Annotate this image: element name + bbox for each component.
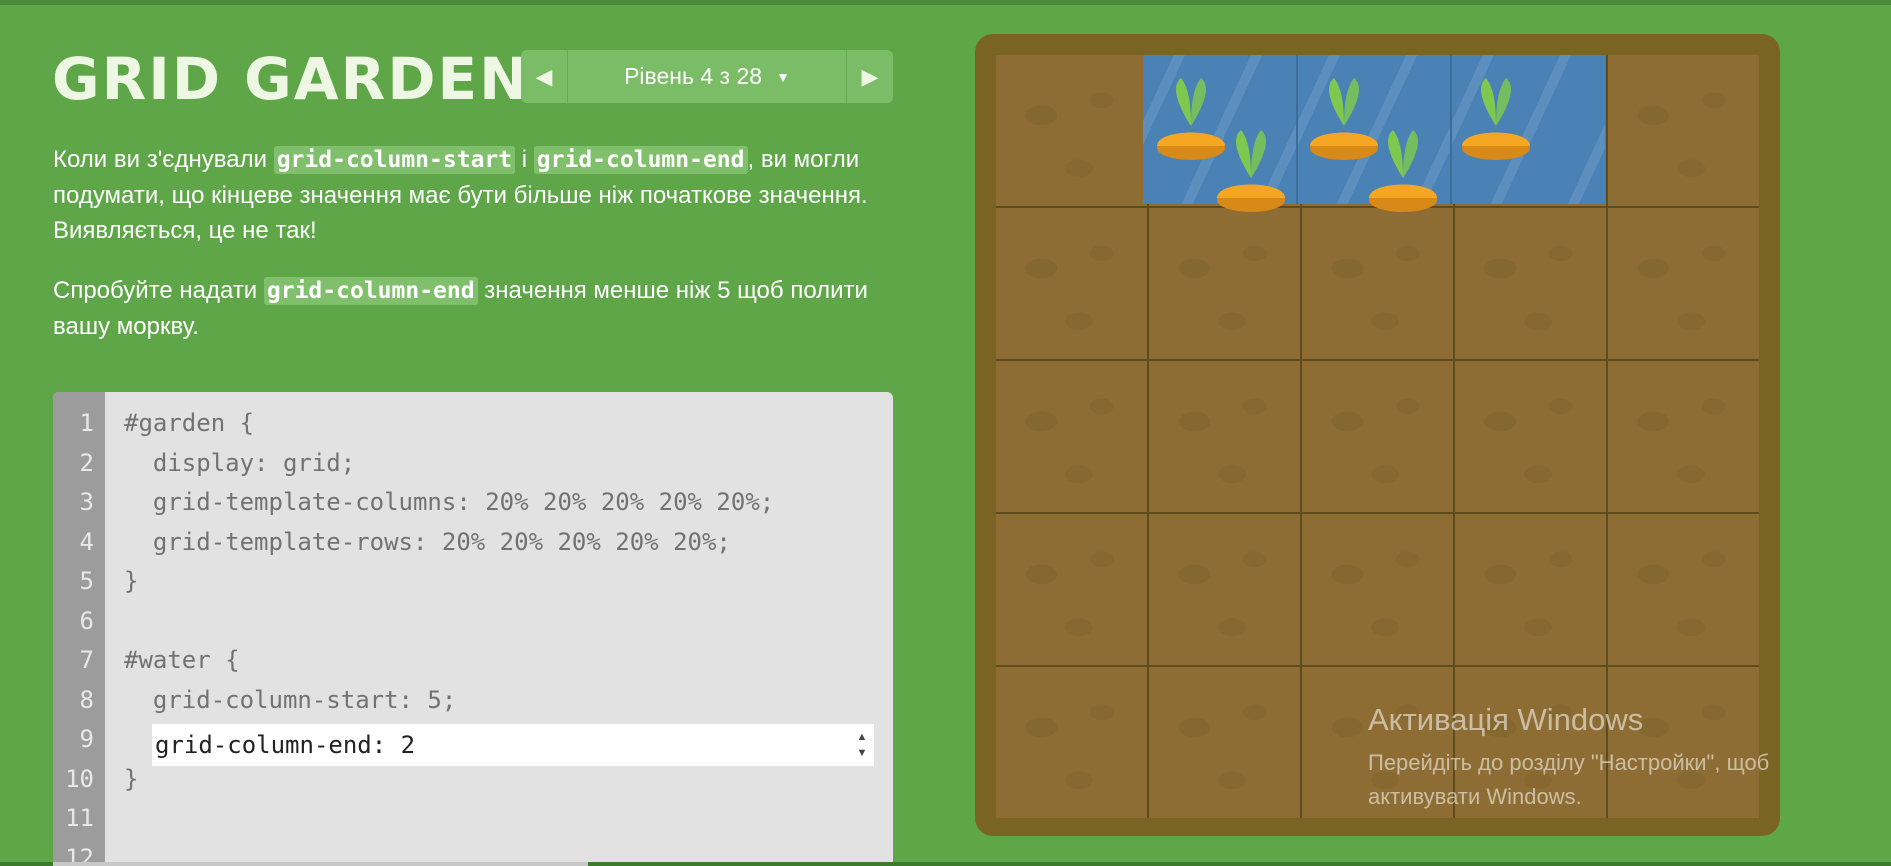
soil-plot xyxy=(1608,361,1759,512)
spinner-up-icon[interactable]: ▲ xyxy=(857,729,868,745)
soil-plot xyxy=(996,55,1147,206)
watermark-subtitle: Перейдіть до розділу "Настройки", щоб ак… xyxy=(1368,750,1770,809)
code-line: grid-column-start: 5; xyxy=(124,685,457,714)
soil-plot xyxy=(1302,514,1453,665)
level-dropdown[interactable]: Рівень 4 з 28 ▼ xyxy=(568,50,846,103)
soil-plot xyxy=(1455,361,1606,512)
code-line: } xyxy=(124,567,139,595)
windows-activation-watermark: Активація Windows Перейдіть до розділу "… xyxy=(1368,702,1868,814)
instruction-text: Спробуйте надати xyxy=(53,277,258,304)
instruction-paragraph-1: Коли ви з'єднували grid-column-start і g… xyxy=(53,142,893,248)
code-line: #water { xyxy=(124,646,240,674)
carrot-icon xyxy=(1367,126,1439,218)
soil-plot xyxy=(1302,361,1453,512)
code-editor: 1 2 3 4 5 6 7 8 9 10 11 12 #garden { display: grid; … xyxy=(53,392,893,866)
spinner-down-icon[interactable]: ▼ xyxy=(857,745,868,761)
instruction-paragraph-2: Спробуйте надати grid-column-end значенн… xyxy=(53,273,893,344)
code-line: grid-template-columns: 20% 20% 20% 20% 2… xyxy=(124,488,775,516)
line-number: 7 xyxy=(79,646,94,674)
code-line: grid-template-rows: 20% 20% 20% 20% 20%; xyxy=(124,527,731,556)
css-input[interactable] xyxy=(152,731,850,759)
line-number: 10 xyxy=(65,764,94,793)
code-highlight: grid-column-start xyxy=(273,146,516,174)
code-line: display: grid; xyxy=(124,448,356,477)
line-number: 11 xyxy=(65,804,94,832)
soil-plot xyxy=(1455,208,1606,359)
carrot-icon xyxy=(1460,74,1532,166)
horizontal-scrollbar[interactable] xyxy=(53,862,588,866)
line-number: 5 xyxy=(79,567,94,595)
input-spinner[interactable]: ▲ ▼ xyxy=(850,729,874,761)
line-number: 3 xyxy=(79,488,94,516)
soil-plot xyxy=(1608,514,1759,665)
top-border xyxy=(0,0,1891,5)
soil-plot xyxy=(1455,514,1606,665)
prev-level-button[interactable]: ◀ xyxy=(521,50,568,103)
code-line: } xyxy=(124,764,139,793)
soil-plot xyxy=(996,514,1147,665)
instruction-text: і xyxy=(521,146,528,173)
carrot-icon xyxy=(1215,126,1287,218)
code-highlight: grid-column-end xyxy=(263,277,478,305)
instructions: Коли ви з'єднували grid-column-start і g… xyxy=(53,142,893,369)
soil-plot xyxy=(996,667,1147,818)
dropdown-caret-icon: ▼ xyxy=(776,68,790,85)
line-number: 2 xyxy=(79,448,94,477)
watermark-title: Активація Windows xyxy=(1368,702,1644,737)
level-navigator: ◀ Рівень 4 з 28 ▼ ▶ xyxy=(521,50,893,103)
instruction-text: Коли ви з'єднували xyxy=(53,146,268,173)
line-number: 9 xyxy=(79,725,94,753)
soil-plot xyxy=(1608,208,1759,359)
line-number: 6 xyxy=(79,606,94,635)
soil-plot xyxy=(996,208,1147,359)
soil-plot xyxy=(1149,514,1300,665)
line-number: 4 xyxy=(79,527,94,556)
soil-plot xyxy=(1149,361,1300,512)
triangle-left-icon: ◀ xyxy=(535,63,553,89)
soil-plot xyxy=(996,361,1147,512)
page-title: GRID GARDEN xyxy=(52,45,530,113)
line-number: 1 xyxy=(79,409,94,437)
soil-plot xyxy=(1149,667,1300,818)
code-highlight: grid-column-end xyxy=(533,146,748,174)
code-input-wrapper: ▲ ▼ xyxy=(152,724,874,766)
next-level-button[interactable]: ▶ xyxy=(846,50,893,103)
level-label: Рівень 4 з 28 xyxy=(624,63,763,89)
line-number: 8 xyxy=(79,685,94,714)
triangle-right-icon: ▶ xyxy=(861,63,879,89)
code-line: #garden { xyxy=(124,409,255,437)
soil-plot xyxy=(1149,208,1300,359)
soil-plot xyxy=(1302,208,1453,359)
soil-plot xyxy=(1608,55,1759,206)
